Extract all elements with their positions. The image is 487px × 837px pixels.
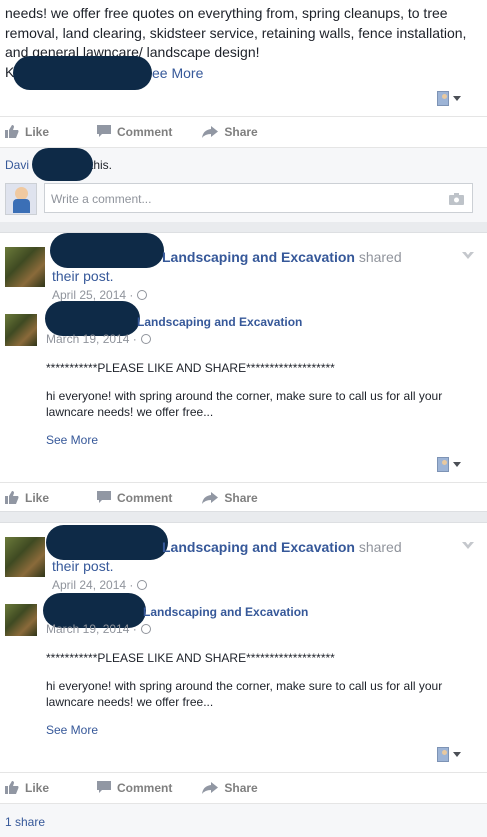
share-button[interactable]: Share (202, 491, 258, 505)
share-button[interactable]: Share (202, 125, 258, 139)
commenter-avatar (5, 183, 37, 215)
share-button[interactable]: Share (202, 781, 258, 795)
caret-down-icon (453, 751, 461, 757)
liker-name[interactable]: Davi (5, 158, 29, 172)
page-name-link[interactable]: Landscaping and Excavation (162, 539, 355, 555)
see-more-link[interactable]: See More (46, 722, 466, 738)
comment-button[interactable]: Comment (97, 125, 172, 139)
original-page-photo[interactable] (5, 314, 37, 346)
chevron-down-icon[interactable] (462, 250, 474, 259)
original-date[interactable]: March 19, 2014 · (46, 622, 151, 636)
likes-bar: Davi kes this. Write a comment... (0, 147, 487, 222)
globe-icon (137, 290, 148, 300)
page-name-link[interactable]: Landscaping and Excavation (162, 249, 355, 265)
post-body-line: ***********PLEASE LIKE AND SHARE********… (46, 361, 335, 375)
post-date[interactable]: April 24, 2014 · (52, 578, 148, 592)
shares-count-link[interactable]: 1 share (5, 815, 45, 829)
share-icon (202, 125, 219, 138)
share-icon (202, 491, 219, 504)
shares-bar: 1 share (0, 803, 487, 837)
post-card-3: Landscaping and Excavation shared their … (0, 522, 487, 837)
share-icon (202, 781, 219, 794)
see-more-link[interactable]: ee More (152, 64, 203, 84)
comment-input[interactable]: Write a comment... (44, 183, 473, 213)
like-button[interactable]: Like (5, 125, 49, 139)
post-body-line: ***********PLEASE LIKE AND SHARE********… (46, 651, 335, 665)
thumbs-up-icon (5, 781, 19, 794)
post-actions: Like Comment Share (0, 116, 487, 146)
original-page-photo[interactable] (5, 604, 37, 636)
comment-icon (97, 491, 112, 503)
comment-icon (97, 781, 112, 793)
original-page-name[interactable]: Landscaping and Excavation (137, 315, 302, 329)
post-body-line: hi everyone! with spring around the corn… (46, 679, 443, 693)
avatar-icon (437, 90, 449, 106)
original-page-name[interactable]: Landscaping and Excavation (143, 605, 308, 619)
their-post-link[interactable]: their post. (52, 268, 113, 284)
post-actions: Like Comment Share (0, 772, 487, 802)
post-card-2: Landscaping and Excavation shared their … (0, 232, 487, 512)
comment-button[interactable]: Comment (97, 491, 172, 505)
avatar-icon (437, 746, 449, 762)
camera-icon[interactable] (449, 193, 464, 205)
caret-down-icon (453, 461, 461, 467)
caret-down-icon (453, 95, 461, 101)
thumbs-up-icon (5, 491, 19, 504)
original-date[interactable]: March 19, 2014 · (46, 332, 151, 346)
comment-button[interactable]: Comment (97, 781, 172, 795)
post-date[interactable]: April 25, 2014 · (52, 288, 148, 302)
post-body-line: lawncare needs! we offer free... (46, 695, 214, 709)
post-body-line: hi everyone! with spring around the corn… (46, 389, 443, 403)
post-card-1: needs! we offer free quotes on everythin… (0, 0, 487, 222)
globe-icon (140, 334, 151, 344)
their-post-link[interactable]: their post. (52, 558, 113, 574)
like-button[interactable]: Like (5, 781, 49, 795)
globe-icon (140, 624, 151, 634)
comment-icon (97, 125, 112, 137)
globe-icon (137, 580, 148, 590)
redacted-name (32, 148, 93, 181)
thumbs-up-icon (5, 125, 19, 138)
page-profile-photo[interactable] (5, 537, 45, 577)
page-profile-photo[interactable] (5, 247, 45, 287)
audience-selector[interactable] (437, 746, 461, 762)
post-actions: Like Comment Share (0, 482, 487, 512)
audience-selector[interactable] (437, 90, 461, 106)
chevron-down-icon[interactable] (462, 540, 474, 549)
like-button[interactable]: Like (5, 491, 49, 505)
post-body-line: lawncare needs! we offer free... (46, 405, 214, 419)
see-more-link[interactable]: See More (46, 432, 466, 448)
redacted-name (45, 301, 140, 336)
redacted-name (13, 56, 152, 90)
avatar-icon (437, 456, 449, 472)
audience-selector[interactable] (437, 456, 461, 472)
